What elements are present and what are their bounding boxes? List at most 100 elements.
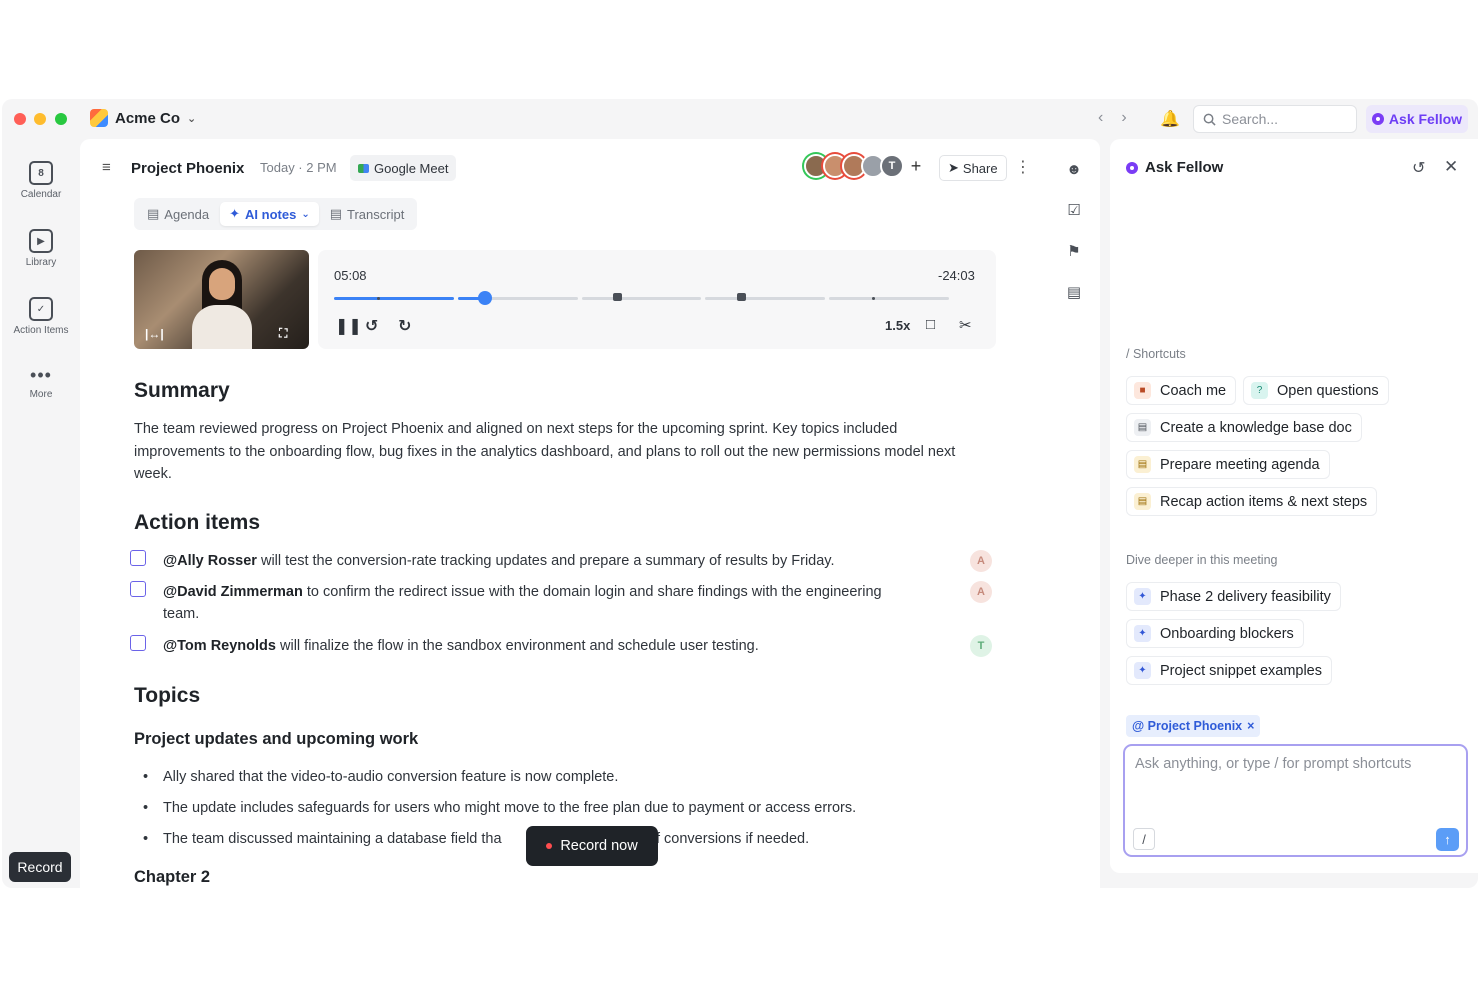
avatar: T [880, 154, 904, 178]
presentation-icon[interactable]: ▤ [1064, 282, 1084, 302]
shortcut-open-questions[interactable]: ? Open questions [1243, 376, 1389, 405]
close-window-button[interactable] [14, 113, 26, 125]
panel-title: Ask Fellow [1126, 159, 1223, 176]
avatar: A [970, 550, 992, 572]
google-meet-link[interactable]: Google Meet [350, 155, 457, 181]
document-icon: ▤ [1134, 419, 1151, 436]
comment-marker-icon[interactable] [613, 293, 622, 301]
share-button[interactable]: ➤ Share [939, 155, 1007, 181]
chip-label: Recap action items & next steps [1160, 493, 1368, 510]
tab-agenda[interactable]: ▤ Agenda [138, 202, 218, 226]
prompt-box: / ↑ [1123, 744, 1468, 857]
shortcut-knowledge-doc[interactable]: ▤ Create a knowledge base doc [1126, 413, 1362, 442]
avatar: A [970, 581, 992, 603]
calendar-icon: 8 [29, 161, 53, 185]
record-now-label: Record now [560, 838, 638, 854]
add-attendee-icon[interactable]: + [906, 154, 926, 178]
bookmark-icon[interactable]: ⚑ [1064, 241, 1084, 261]
list-item-text: f conversions if needed. [656, 831, 810, 847]
dive-item-onboarding[interactable]: ✦ Onboarding blockers [1126, 619, 1304, 648]
rail-item-calendar[interactable]: 8 Calendar [2, 161, 80, 200]
progress-segment[interactable] [488, 297, 578, 300]
org-switcher[interactable]: Acme Co ⌄ [90, 109, 196, 127]
forward-15-icon[interactable]: ↻ [398, 316, 411, 336]
search-box[interactable]: Search... [1193, 105, 1357, 133]
ask-fellow-panel: Ask Fellow ↺ ✕ / Shortcuts ■ Coach me ? … [1110, 139, 1478, 873]
prompt-input[interactable] [1135, 756, 1453, 772]
fullscreen-icon[interactable]: ⛶ [279, 326, 287, 341]
shortcut-prepare-agenda[interactable]: ▤ Prepare meeting agenda [1126, 450, 1330, 479]
left-nav-rail: 8 Calendar ▶ Library ✓ Action Items ••• … [2, 139, 80, 888]
more-options-icon[interactable]: ⋮ [1015, 157, 1031, 177]
comment-icon[interactable]: □ [926, 316, 935, 333]
remove-tag-icon[interactable]: × [1247, 719, 1254, 733]
close-icon[interactable]: ✕ [1444, 157, 1458, 177]
notifications-bell-icon[interactable]: 🔔 [1160, 109, 1180, 129]
assistant-bot-icon[interactable]: ☻ [1064, 159, 1084, 179]
shortcut-recap[interactable]: ▤ Recap action items & next steps [1126, 487, 1378, 516]
slash-shortcut-button[interactable]: / [1133, 828, 1155, 850]
chip-label: Phase 2 delivery feasibility [1160, 588, 1331, 605]
shortcut-coach-me[interactable]: ■ Coach me [1126, 376, 1237, 405]
action-item-body: will finalize the flow in the sandbox en… [275, 638, 759, 654]
playhead-handle[interactable] [478, 291, 492, 305]
meeting-platform: Google Meet [374, 160, 449, 176]
rail-item-action-items[interactable]: ✓ Action Items [2, 297, 80, 336]
recap-icon: ▤ [1134, 493, 1151, 510]
attendee-avatars[interactable]: T + [804, 154, 926, 178]
tab-transcript[interactable]: ▤ Transcript [321, 202, 414, 226]
action-items-heading: Action items [134, 511, 261, 534]
rail-item-more[interactable]: ••• More [2, 365, 80, 400]
history-icon[interactable]: ↺ [1412, 158, 1425, 178]
tab-ai-notes[interactable]: ✦ AI notes ⌄ [220, 202, 319, 226]
question-icon: ? [1251, 382, 1268, 399]
dive-item-phase-2[interactable]: ✦ Phase 2 delivery feasibility [1126, 582, 1341, 611]
sparkle-icon: ✦ [229, 206, 241, 221]
topics-heading: Topics [134, 684, 201, 707]
mention[interactable]: @David Zimmerman [163, 584, 303, 600]
back-arrow-icon[interactable]: ‹ [1098, 109, 1103, 127]
summary-heading: Summary [134, 379, 230, 402]
checkbox-icon[interactable]: ☑ [1064, 200, 1084, 220]
send-button[interactable]: ↑ [1436, 828, 1459, 851]
panel-title-text: Ask Fellow [1145, 159, 1224, 176]
progress-played-segment[interactable] [334, 297, 454, 300]
add-action-icon[interactable] [130, 581, 146, 597]
progress-segment[interactable] [705, 297, 825, 300]
comment-marker-icon[interactable] [737, 293, 746, 301]
meeting-time: Today · 2 PM [260, 160, 337, 175]
list-item-text: The update includes safeguards for users… [163, 800, 857, 816]
add-action-icon[interactable] [130, 550, 146, 566]
rail-item-library[interactable]: ▶ Library [2, 229, 80, 268]
mention[interactable]: @Ally Rosser [163, 553, 257, 569]
progress-segment[interactable] [829, 297, 949, 300]
chip-label: Create a knowledge base doc [1160, 419, 1352, 436]
dive-item-snippets[interactable]: ✦ Project snippet examples [1126, 656, 1332, 685]
chevron-down-icon: ⌄ [301, 208, 310, 220]
pause-icon[interactable]: ❚❚ [335, 316, 362, 336]
rail-item-label: Calendar [20, 189, 62, 200]
shortcuts-label: / Shortcuts [1126, 347, 1186, 361]
hamburger-menu-icon[interactable]: ≡ [102, 159, 111, 176]
video-thumbnail[interactable]: |↔| ⛶ [134, 250, 309, 349]
minimize-window-button[interactable] [34, 113, 46, 125]
record-button[interactable]: Record [9, 852, 71, 882]
forward-arrow-icon[interactable]: › [1121, 109, 1126, 127]
record-now-button[interactable]: Record now [526, 826, 658, 866]
chapter-heading: Chapter 2 [134, 868, 211, 886]
playback-speed[interactable]: 1.5x [885, 318, 910, 333]
context-tag[interactable]: @ Project Phoenix × [1126, 715, 1261, 737]
ask-fellow-button[interactable]: Ask Fellow [1366, 105, 1468, 133]
tab-label: Transcript [347, 206, 405, 222]
org-name: Acme Co [115, 109, 181, 127]
rewind-15-icon[interactable]: ↺ [365, 316, 378, 336]
progress-segment[interactable] [582, 297, 701, 300]
notes-tabs: ▤ Agenda ✦ AI notes ⌄ ▤ Transcript [134, 198, 418, 230]
mention[interactable]: @Tom Reynolds [163, 638, 276, 654]
maximize-window-button[interactable] [55, 113, 67, 125]
resize-icon[interactable]: |↔| [145, 327, 164, 341]
add-action-icon[interactable] [130, 635, 146, 651]
scissors-icon[interactable]: ✂ [959, 316, 972, 334]
more-dots-icon: ••• [30, 365, 52, 385]
avatar: T [970, 635, 992, 657]
